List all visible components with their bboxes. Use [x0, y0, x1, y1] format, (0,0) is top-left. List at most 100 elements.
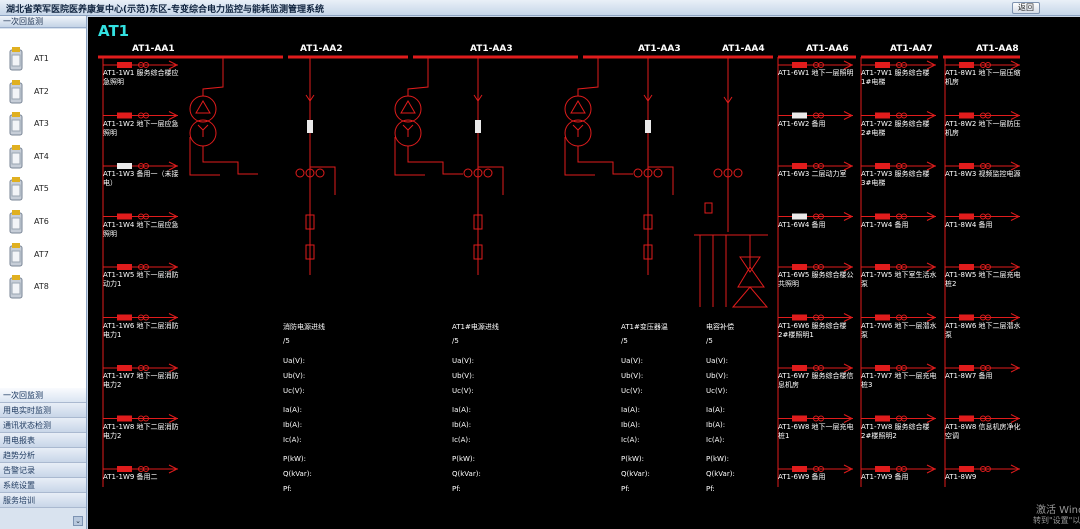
reading-ia: Ia:0	[103, 443, 117, 452]
reading-ia: Ia:	[861, 241, 870, 250]
breaker-indicator	[959, 213, 974, 220]
transformer-cabinet-icon	[9, 144, 23, 169]
feeder-title: AT1-6W4 备用	[778, 220, 826, 229]
meter-row: Uc(V):	[283, 387, 305, 395]
meter-row: Q(kVar):	[452, 470, 481, 478]
meter-row: Ic(A):	[621, 436, 640, 444]
reading-p: P:0	[985, 200, 997, 208]
windows-watermark-sub: 转到"设置"以激活 Windows。	[1033, 516, 1080, 525]
reading-p: P:0.02	[985, 149, 1008, 158]
meter-row: Pf:	[283, 485, 292, 493]
bus-label: AT1-AA8	[976, 44, 1019, 54]
back-button[interactable]: 返回	[1012, 2, 1040, 14]
breaker-indicator	[875, 415, 890, 422]
reading-ia: Ia:0	[861, 90, 875, 98]
transformer-cabinet-icon	[9, 112, 23, 136]
meter-row: Ib(A):	[621, 421, 641, 429]
incoming-cubicle	[463, 57, 504, 275]
reading-ib: Ib:0	[901, 393, 915, 401]
feeder-title: AT1-1W2 地下一层应急照明	[103, 119, 179, 137]
reading-ia: Ia:16.16	[778, 292, 807, 300]
reading-ia: Ia:0	[945, 342, 959, 351]
sidebar-item-at5[interactable]: AT5	[6, 177, 76, 205]
feeder-title: AT1-6W9 备用	[778, 473, 826, 481]
reading-ic: Ic:	[861, 149, 870, 158]
sidebar-item-at1[interactable]: AT1	[6, 47, 76, 75]
feeder-title: AT1-8W9	[945, 473, 977, 481]
sidebar-item-at7[interactable]: AT7	[6, 242, 76, 271]
sidebar-item-at8[interactable]: AT8	[6, 275, 76, 303]
meter-row: Ic(A):	[283, 436, 302, 444]
reading-ic: Ic:0	[778, 200, 791, 208]
bus-label: AT1-AA6	[806, 44, 849, 54]
reading-ic: Ic:1.08	[861, 99, 885, 107]
reading-ia: Ia:0	[861, 443, 875, 452]
sidebar-item-label: AT5	[34, 184, 49, 194]
reading-ic: Ic:0	[945, 99, 958, 107]
sidebar-item-label: AT2	[34, 86, 49, 96]
reading-ic: Ic:0	[103, 402, 116, 410]
sidebar-menu-item[interactable]: 一次回监测	[0, 388, 86, 403]
reading-ia: Ia:	[778, 140, 787, 149]
sidebar-menu-item[interactable]: 用电实时监测	[0, 403, 86, 418]
transformer-1	[189, 57, 258, 176]
meter-row: Ib(A):	[452, 421, 472, 429]
reading-ib: Ib:0	[901, 292, 915, 300]
reading-ib: Ib:	[901, 140, 910, 149]
sidebar-menu-item[interactable]: 告警记录	[0, 463, 86, 478]
reading-p: P:	[818, 250, 825, 259]
window-title: 湖北省荣军医院医养康复中心(示范)东区-专变综合电力监控与能耗监测管理系统	[6, 5, 324, 15]
reading-p: P:0.96	[818, 301, 841, 309]
reading-p: P:0.08	[818, 452, 841, 461]
feeder-title: AT1-7W5 地下室生活水泵	[861, 271, 937, 288]
reading-ia: Ia:0	[778, 393, 792, 401]
sidebar-item-at2[interactable]: AT2	[6, 79, 76, 108]
meter-title: AT1#变压器温	[621, 323, 668, 331]
meter-row: Pf:	[706, 485, 715, 493]
reading-ib: Ib:0	[143, 292, 157, 300]
feeder-title: AT1-6W3 二层动力室	[778, 170, 847, 178]
meter-row: Ia(A):	[706, 406, 725, 414]
meter-row: Uc(V):	[452, 387, 474, 395]
meter-row: Ia(A):	[452, 406, 471, 414]
sidebar-menu-item[interactable]: 服务培训	[0, 493, 86, 508]
breaker-indicator	[959, 62, 974, 68]
sidebar-item-at6[interactable]: AT6	[6, 210, 76, 238]
feeder-title: AT1-6W8 地下一层充电桩1	[778, 422, 854, 440]
feeder-title: AT1-1W9 备用二	[103, 473, 158, 481]
meter-row: Uc(V):	[621, 387, 643, 395]
breaker-indicator	[959, 365, 974, 371]
sidebar-menu-item[interactable]: 系统设置	[0, 478, 86, 493]
reading-p: P:0.24	[901, 402, 924, 410]
reading-ib: Ib:	[901, 241, 910, 250]
reading-ic: Ic:0	[861, 452, 874, 461]
feeder-title: AT1-1W8 地下二层消防电力2	[103, 422, 179, 440]
reading-p: P:0.27	[143, 250, 166, 259]
reading-ic: Ic:0	[778, 402, 791, 410]
meter-row: Ic(A):	[706, 436, 725, 444]
scroll-down-icon[interactable]: ⌄	[73, 516, 83, 526]
breaker-indicator	[117, 415, 132, 422]
feeder-title: AT1-8W2 地下一层防压机房	[945, 119, 1021, 137]
sidebar-menu-item[interactable]: 通讯状态检测	[0, 418, 86, 433]
meter-row: P(kW):	[283, 455, 307, 463]
breaker-indicator	[959, 314, 974, 321]
reading-ic: Ic:0.88	[103, 149, 127, 158]
reading-ib: Ib:0	[143, 342, 157, 351]
reading-p: P:0.02	[818, 200, 841, 208]
sidebar-menu-item[interactable]: 趋势分析	[0, 448, 86, 463]
reading-p: P:0	[985, 452, 997, 461]
reading-ia: Ia:0.48	[103, 140, 128, 149]
sidebar-menu-item[interactable]: 用电报表	[0, 433, 86, 448]
breaker-indicator	[959, 415, 974, 422]
reading-ia: Ia:0	[861, 342, 875, 351]
delta-icon	[400, 100, 416, 114]
wye-icon	[197, 124, 209, 137]
reading-ib: Ib:	[818, 241, 827, 250]
capacitor-icon	[731, 286, 769, 308]
sidebar-item-at4[interactable]: AT4	[6, 144, 76, 173]
feeder-title: AT1-1W4 地下二层应急照明	[103, 220, 179, 238]
breaker-indicator	[117, 314, 132, 321]
breaker-indicator	[117, 365, 132, 371]
sidebar-item-at3[interactable]: AT3	[6, 112, 76, 140]
